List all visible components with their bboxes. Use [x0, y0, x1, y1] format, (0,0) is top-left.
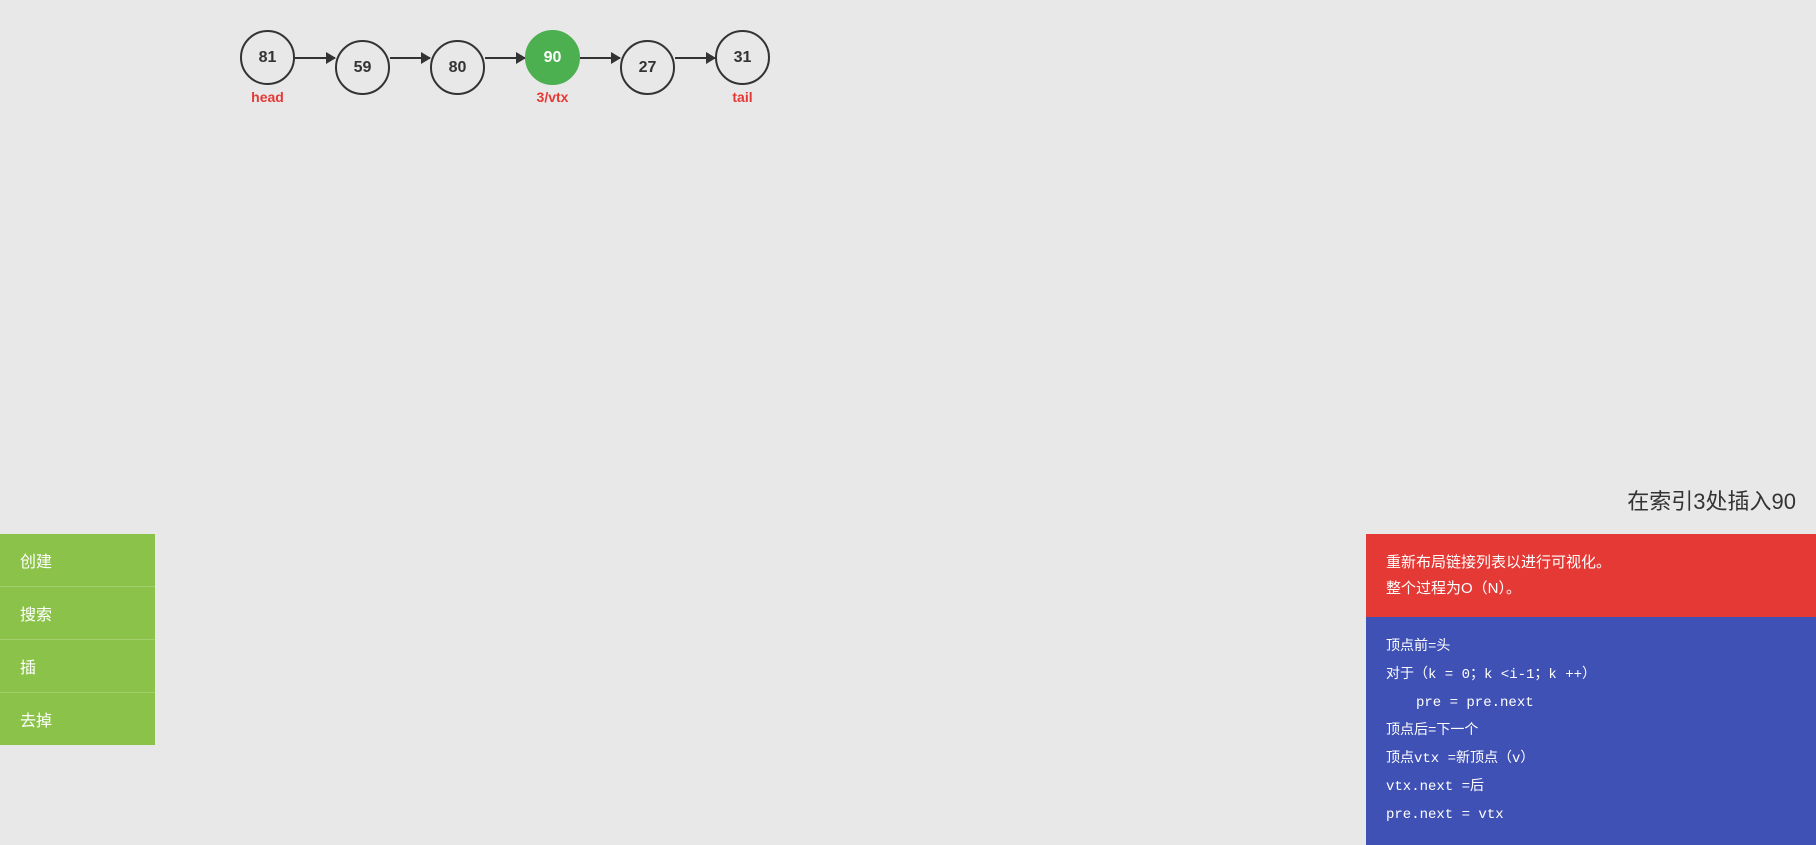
code-line-2: pre = pre.next	[1386, 689, 1796, 717]
node-label-0: head	[251, 89, 284, 105]
info-blue-box: 顶点前=头对于（k = 0；k <i-1；k ++）pre = pre.next…	[1366, 617, 1816, 845]
menu-delete[interactable]: 去掉	[0, 693, 155, 745]
node-circle-5: 31	[715, 30, 770, 85]
code-line-5: vtx.next =后	[1386, 773, 1796, 801]
node-circle-2: 80	[430, 40, 485, 95]
node-circle-0: 81	[240, 30, 295, 85]
panel-title: 在索引3处插入90	[1366, 474, 1816, 526]
node-0: 81 head	[240, 30, 295, 105]
node-3: 90 3/vtx	[525, 30, 580, 105]
right-panel: 在索引3处插入90 重新布局链接列表以进行可视化。 整个过程为O（N）。 顶点前…	[1366, 474, 1816, 845]
node-1: 59	[335, 40, 390, 95]
node-2: 80	[430, 40, 485, 95]
code-line-1: 对于（k = 0；k <i-1；k ++）	[1386, 661, 1796, 689]
info-red-box: 重新布局链接列表以进行可视化。 整个过程为O（N）。	[1366, 534, 1816, 617]
node-5: 31 tail	[715, 30, 770, 105]
arrow-0	[295, 57, 335, 59]
code-line-0: 顶点前=头	[1386, 633, 1796, 661]
arrow-3	[580, 57, 620, 59]
linked-list: 81 head 59 80 90 3/vtx 27 31 tail	[240, 30, 770, 105]
sidebar-menu: 创建 搜索 插 去掉	[0, 534, 155, 745]
red-line2: 整个过程为O（N）。	[1386, 580, 1521, 597]
code-line-3: 顶点后=下一个	[1386, 717, 1796, 745]
node-4: 27	[620, 40, 675, 95]
node-label-3: 3/vtx	[537, 89, 569, 105]
menu-insert[interactable]: 插	[0, 640, 155, 693]
arrow-2	[485, 57, 525, 59]
arrow-4	[675, 57, 715, 59]
red-line1: 重新布局链接列表以进行可视化。	[1386, 554, 1611, 571]
arrow-1	[390, 57, 430, 59]
menu-create[interactable]: 创建	[0, 534, 155, 587]
code-line-4: 顶点vtx =新顶点（v）	[1386, 745, 1796, 773]
node-label-5: tail	[732, 89, 752, 105]
code-line-6: pre.next = vtx	[1386, 801, 1796, 829]
node-circle-3: 90	[525, 30, 580, 85]
node-circle-4: 27	[620, 40, 675, 95]
node-circle-1: 59	[335, 40, 390, 95]
menu-search[interactable]: 搜索	[0, 587, 155, 640]
